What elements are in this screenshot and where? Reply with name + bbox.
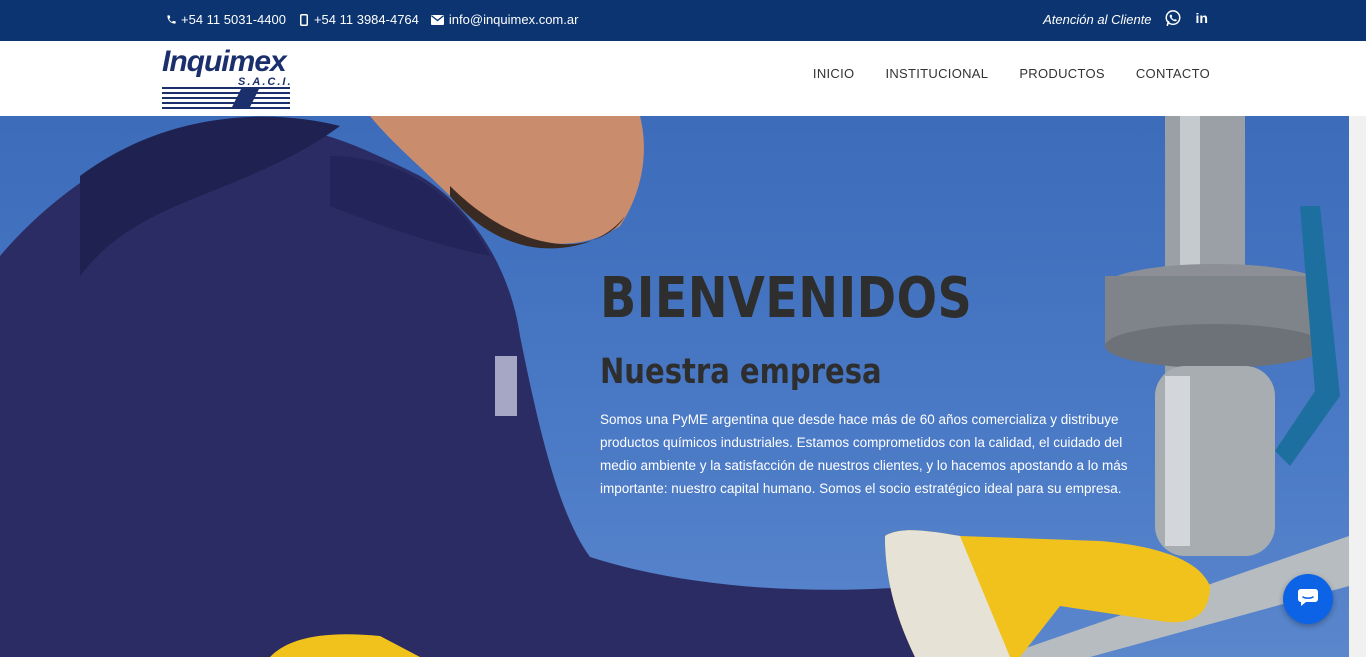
hero-text: BIENVENIDOS Nuestra empresa Somos una Py… [600, 266, 1140, 500]
hero-subtitle: Nuestra empresa [600, 352, 882, 392]
phone1-text: +54 11 5031-4400 [181, 12, 286, 27]
phone-icon [165, 14, 177, 26]
envelope-icon [431, 14, 445, 26]
linkedin-icon[interactable]: in [1196, 10, 1208, 26]
phone2-text: +54 11 3984-4764 [313, 12, 419, 27]
top-right: Atención al Cliente in [1043, 9, 1208, 27]
logo-stripes [162, 87, 290, 109]
contact-info: +54 11 5031-4400 +54 11 3984-4764 info@i… [165, 12, 590, 27]
nav-inicio[interactable]: INICIO [813, 66, 855, 81]
logo-brand: Inquimex [162, 45, 287, 78]
main-nav: INICIO INSTITUCIONAL PRODUCTOS CONTACTO [782, 66, 1210, 81]
phone-link[interactable]: +54 11 5031-4400 [165, 12, 286, 27]
email-text: info@inquimex.com.ar [448, 12, 579, 27]
top-bar: +54 11 5031-4400 +54 11 3984-4764 info@i… [0, 0, 1366, 41]
main-header: Inquimex S.A.C.I. INICIO INSTITUCIONAL P… [0, 41, 1366, 116]
chat-button[interactable] [1283, 574, 1333, 624]
scrollbar[interactable] [1349, 116, 1366, 657]
customer-service-label: Atención al Cliente [1043, 11, 1152, 27]
mobile-icon [298, 13, 310, 26]
nav-contacto[interactable]: CONTACTO [1136, 66, 1210, 81]
hero-section: BIENVENIDOS Nuestra empresa Somos una Py… [0, 116, 1349, 657]
nav-productos[interactable]: PRODUCTOS [1019, 66, 1105, 81]
chat-icon [1296, 585, 1320, 614]
hero-title: BIENVENIDOS [600, 266, 973, 331]
logo[interactable]: Inquimex S.A.C.I. [162, 45, 294, 111]
nav-institucional[interactable]: INSTITUCIONAL [885, 66, 988, 81]
whatsapp-icon[interactable] [1164, 9, 1182, 27]
mobile-link[interactable]: +54 11 3984-4764 [298, 12, 419, 27]
hero-description: Somos una PyME argentina que desde hace … [600, 412, 1128, 496]
email-link[interactable]: info@inquimex.com.ar [431, 12, 579, 27]
